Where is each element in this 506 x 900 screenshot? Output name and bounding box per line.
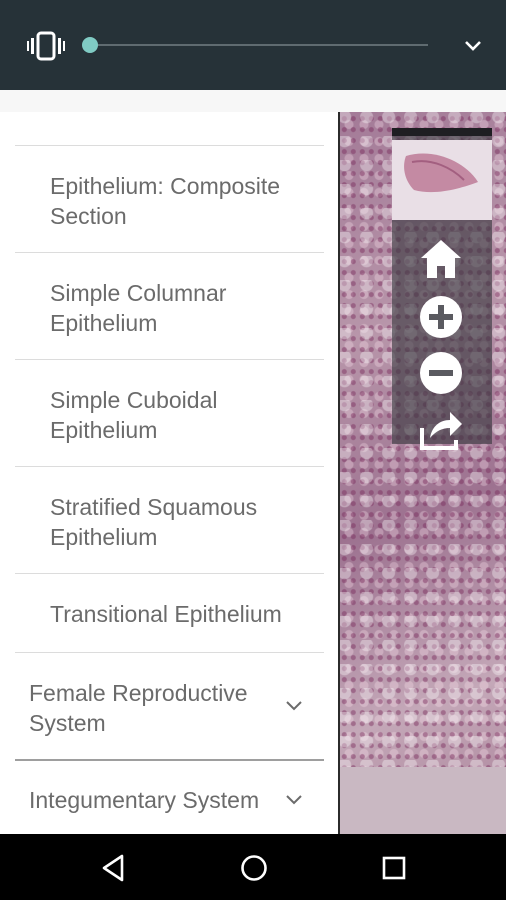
slider-thumb[interactable] — [82, 37, 98, 53]
list-item-transitional-epithelium[interactable]: Transitional Epithelium — [0, 574, 338, 652]
system-navigation-bar — [0, 834, 506, 900]
list-item-label: Epithelium: Composite Section — [50, 173, 281, 229]
list-item-simple-cuboidal-epithelium[interactable]: Simple Cuboidal Epithelium — [0, 360, 338, 466]
slide-thumbnail[interactable] — [392, 140, 492, 220]
recents-icon[interactable] — [378, 852, 410, 884]
list-item-stratified-squamous-epithelium[interactable]: Stratified Squamous Epithelium — [0, 467, 338, 573]
zoom-in-icon[interactable] — [416, 294, 466, 340]
slide-viewer[interactable] — [338, 112, 506, 834]
thumbnail-image — [392, 140, 492, 220]
list-item-simple-columnar-epithelium[interactable]: Simple Columnar Epithelium — [0, 253, 338, 359]
slider-track[interactable] — [90, 44, 428, 46]
slide-background — [338, 767, 506, 834]
list-item-label: Simple Columnar Epithelium — [50, 280, 227, 336]
back-icon[interactable] — [98, 852, 130, 884]
category-label: Female Reproductive System — [29, 680, 248, 736]
list-item-label: Stratified Squamous Epithelium — [50, 494, 258, 550]
home-icon[interactable] — [416, 236, 466, 282]
list-item-label: Simple Cuboidal Epithelium — [50, 387, 218, 443]
chevron-down-icon[interactable] — [284, 793, 304, 807]
vibrate-icon[interactable] — [27, 30, 65, 62]
list-item-epithelium-composite-section[interactable]: Epithelium: Composite Section — [0, 146, 338, 252]
top-toolbar — [0, 0, 506, 90]
zoom-out-icon[interactable] — [416, 350, 466, 396]
chevron-down-icon[interactable] — [462, 37, 484, 55]
chevron-down-icon[interactable] — [284, 699, 304, 713]
category-female-reproductive-system[interactable]: Female Reproductive System — [0, 653, 338, 759]
list-item-label: Transitional Epithelium — [50, 601, 282, 627]
home-circle-icon[interactable] — [238, 852, 270, 884]
category-integumentary-system[interactable]: Integumentary System — [0, 761, 338, 834]
share-icon[interactable] — [416, 406, 466, 452]
slide-list-drawer: Epithelium: Composite Section Simple Col… — [0, 112, 340, 834]
category-label: Integumentary System — [29, 787, 260, 813]
subheader-bar — [0, 90, 506, 113]
viewer-controls-panel — [392, 128, 492, 450]
